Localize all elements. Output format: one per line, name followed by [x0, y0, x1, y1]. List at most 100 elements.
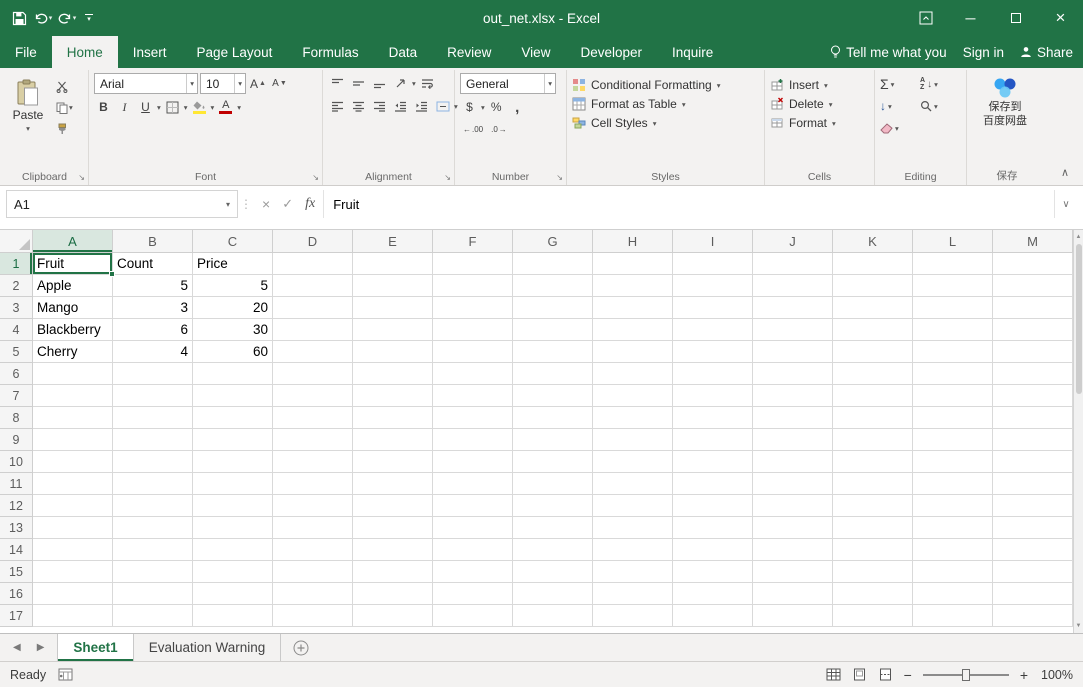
- cell-J8[interactable]: [753, 407, 833, 429]
- increase-font-size-button[interactable]: A▲: [248, 74, 268, 94]
- cell-J11[interactable]: [753, 473, 833, 495]
- cell-M5[interactable]: [993, 341, 1073, 363]
- cell-L16[interactable]: [913, 583, 993, 605]
- cell-B7[interactable]: [113, 385, 193, 407]
- format-cells-button[interactable]: Format ▾: [770, 116, 869, 130]
- cell-D13[interactable]: [273, 517, 353, 539]
- cell-D1[interactable]: [273, 253, 353, 275]
- cell-D17[interactable]: [273, 605, 353, 627]
- cell-M2[interactable]: [993, 275, 1073, 297]
- cell-G17[interactable]: [513, 605, 593, 627]
- align-left-button[interactable]: [328, 96, 347, 116]
- cell-L10[interactable]: [913, 451, 993, 473]
- zoom-slider[interactable]: [923, 674, 1009, 676]
- row-header-12[interactable]: 12: [0, 495, 33, 517]
- cell-F6[interactable]: [433, 363, 513, 385]
- clear-button[interactable]: ▾: [880, 123, 920, 134]
- baidu-save-button[interactable]: 保存到 百度网盘: [972, 73, 1038, 129]
- merge-center-button[interactable]: [433, 96, 452, 116]
- cell-D12[interactable]: [273, 495, 353, 517]
- vertical-scrollbar[interactable]: ▲ ▼: [1073, 230, 1083, 633]
- cell-J2[interactable]: [753, 275, 833, 297]
- cell-A15[interactable]: [33, 561, 113, 583]
- row-header-8[interactable]: 8: [0, 407, 33, 429]
- cell-I14[interactable]: [673, 539, 753, 561]
- cell-G12[interactable]: [513, 495, 593, 517]
- cell-G3[interactable]: [513, 297, 593, 319]
- cell-L3[interactable]: [913, 297, 993, 319]
- conditional-formatting-dropdown-icon[interactable]: ▾: [717, 81, 721, 90]
- cell-L7[interactable]: [913, 385, 993, 407]
- cell-M6[interactable]: [993, 363, 1073, 385]
- cell-K15[interactable]: [833, 561, 913, 583]
- cell-K3[interactable]: [833, 297, 913, 319]
- fill-handle[interactable]: [109, 271, 115, 277]
- sign-in-button[interactable]: Sign in: [963, 45, 1004, 60]
- borders-dropdown-icon[interactable]: ▾: [184, 103, 188, 112]
- cell-J1[interactable]: [753, 253, 833, 275]
- autosum-dropdown-icon[interactable]: ▾: [891, 80, 895, 89]
- fill-dropdown-icon[interactable]: ▾: [888, 102, 892, 111]
- cell-K6[interactable]: [833, 363, 913, 385]
- column-header-I[interactable]: I: [673, 230, 753, 253]
- cell-H15[interactable]: [593, 561, 673, 583]
- tab-home[interactable]: Home: [52, 36, 118, 68]
- cell-H7[interactable]: [593, 385, 673, 407]
- conditional-formatting-button[interactable]: Conditional Formatting ▾: [572, 78, 759, 92]
- cell-H11[interactable]: [593, 473, 673, 495]
- cell-K7[interactable]: [833, 385, 913, 407]
- tab-file[interactable]: File: [0, 36, 52, 68]
- cell-A2[interactable]: Apple: [33, 275, 113, 297]
- cell-I7[interactable]: [673, 385, 753, 407]
- tab-inquire[interactable]: Inquire: [657, 36, 728, 68]
- cell-D8[interactable]: [273, 407, 353, 429]
- cell-C3[interactable]: 20: [193, 297, 273, 319]
- column-header-J[interactable]: J: [753, 230, 833, 253]
- cell-J7[interactable]: [753, 385, 833, 407]
- cell-F13[interactable]: [433, 517, 513, 539]
- cell-E9[interactable]: [353, 429, 433, 451]
- tell-me-box[interactable]: Tell me what you: [830, 45, 947, 60]
- borders-button[interactable]: [163, 97, 182, 117]
- cell-B10[interactable]: [113, 451, 193, 473]
- cell-C10[interactable]: [193, 451, 273, 473]
- cell-C17[interactable]: [193, 605, 273, 627]
- cell-B4[interactable]: 6: [113, 319, 193, 341]
- tab-developer[interactable]: Developer: [565, 36, 657, 68]
- cell-F14[interactable]: [433, 539, 513, 561]
- cell-H5[interactable]: [593, 341, 673, 363]
- sheet-tab-sheet1[interactable]: Sheet1: [57, 634, 133, 661]
- cell-M1[interactable]: [993, 253, 1073, 275]
- clear-dropdown-icon[interactable]: ▾: [895, 124, 899, 133]
- find-select-button[interactable]: ▾: [920, 100, 956, 112]
- sort-filter-dropdown-icon[interactable]: ▾: [934, 80, 938, 89]
- cell-B12[interactable]: [113, 495, 193, 517]
- cell-E11[interactable]: [353, 473, 433, 495]
- cell-J3[interactable]: [753, 297, 833, 319]
- sheet-tab-evaluation-warning[interactable]: Evaluation Warning: [134, 634, 282, 661]
- decrease-font-size-button[interactable]: A▼: [270, 74, 289, 94]
- row-header-1[interactable]: 1: [0, 253, 33, 275]
- cell-C6[interactable]: [193, 363, 273, 385]
- minimize-button[interactable]: ─: [948, 0, 993, 36]
- cell-G2[interactable]: [513, 275, 593, 297]
- copy-button[interactable]: ▾: [54, 99, 75, 116]
- cell-E15[interactable]: [353, 561, 433, 583]
- bold-button[interactable]: B: [94, 97, 113, 117]
- insert-function-button[interactable]: fx: [305, 196, 315, 212]
- cell-D15[interactable]: [273, 561, 353, 583]
- cell-C5[interactable]: 60: [193, 341, 273, 363]
- cell-J9[interactable]: [753, 429, 833, 451]
- row-header-6[interactable]: 6: [0, 363, 33, 385]
- cell-M9[interactable]: [993, 429, 1073, 451]
- cell-C12[interactable]: [193, 495, 273, 517]
- cell-L9[interactable]: [913, 429, 993, 451]
- cancel-entry-button[interactable]: ×: [262, 196, 270, 212]
- cell-J17[interactable]: [753, 605, 833, 627]
- cell-H8[interactable]: [593, 407, 673, 429]
- cell-J5[interactable]: [753, 341, 833, 363]
- cell-styles-button[interactable]: Cell Styles ▾: [572, 116, 759, 130]
- undo-button[interactable]: ▾: [32, 5, 54, 31]
- cell-I5[interactable]: [673, 341, 753, 363]
- align-center-button[interactable]: [349, 96, 368, 116]
